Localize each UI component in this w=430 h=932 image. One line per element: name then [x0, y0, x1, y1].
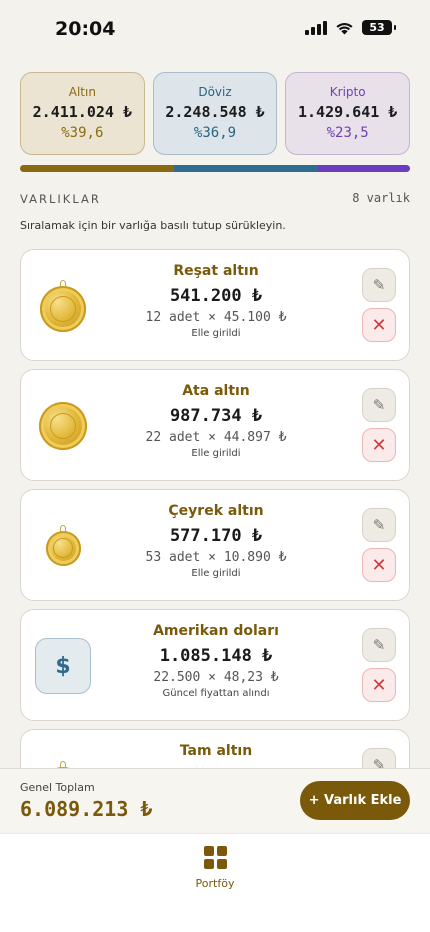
- edit-button[interactable]: ✎: [362, 748, 396, 768]
- summary-label: Döviz: [198, 85, 232, 99]
- tab-bar: Portföy: [0, 833, 430, 932]
- summary-label: Altın: [68, 85, 96, 99]
- total-value: 6.089.213 ₺: [20, 797, 153, 821]
- section-title: VARLIKLAR: [20, 192, 101, 206]
- asset-image: [35, 398, 91, 454]
- summary-card-gold[interactable]: Altın 2.411.024 ₺ %39,6: [20, 72, 145, 155]
- quarter-gold-coin-icon: [45, 524, 81, 566]
- summary-percent: %39,6: [61, 125, 104, 141]
- summary-amount: 2.411.024 ₺: [32, 103, 132, 121]
- asset-card[interactable]: Tam altın ✎: [20, 729, 410, 768]
- summary-label: Kripto: [329, 85, 366, 99]
- delete-button[interactable]: ✕: [362, 668, 396, 702]
- add-asset-button[interactable]: + Varlık Ekle: [300, 781, 410, 820]
- delete-button[interactable]: ✕: [362, 548, 396, 582]
- total-bar: Genel Toplam 6.089.213 ₺ + Varlık Ekle: [0, 768, 430, 833]
- edit-button[interactable]: ✎: [362, 628, 396, 662]
- category-summary: Altın 2.411.024 ₺ %39,6 Döviz 2.248.548 …: [20, 72, 411, 155]
- asset-quantity: 12 adet × 45.100 ₺: [145, 310, 287, 325]
- asset-image: [35, 278, 91, 334]
- close-icon: ✕: [371, 554, 387, 576]
- asset-source: Elle girildi: [191, 448, 241, 459]
- allocation-segment: [20, 165, 175, 172]
- asset-value: 577.170 ₺: [169, 526, 263, 546]
- tab-label: Portföy: [195, 877, 235, 890]
- summary-card-currency[interactable]: Döviz 2.248.548 ₺ %36,9: [152, 72, 278, 155]
- asset-value: 1.085.148 ₺: [159, 646, 273, 666]
- asset-quantity: 22 adet × 44.897 ₺: [145, 430, 287, 445]
- asset-image: $: [35, 638, 91, 694]
- wifi-icon: [336, 22, 353, 34]
- asset-image: [35, 518, 91, 574]
- edit-button[interactable]: ✎: [362, 388, 396, 422]
- allocation-segment: [318, 165, 410, 172]
- allocation-bar: [20, 165, 410, 172]
- asset-name: Ata altın: [182, 383, 250, 399]
- edit-button[interactable]: ✎: [362, 508, 396, 542]
- close-icon: ✕: [371, 674, 387, 696]
- asset-list[interactable]: Reşat altın 541.200 ₺ 12 adet × 45.100 ₺…: [0, 248, 430, 768]
- allocation-segment: [174, 165, 319, 172]
- status-bar: 20:04 53: [0, 0, 430, 60]
- status-icons: 53: [305, 20, 396, 35]
- close-icon: ✕: [371, 434, 387, 456]
- reorder-hint: Sıralamak için bir varlığa basılı tutup …: [20, 219, 286, 232]
- pencil-icon: ✎: [372, 516, 386, 534]
- asset-name: Tam altın: [179, 743, 253, 759]
- asset-value: 987.734 ₺: [169, 406, 263, 426]
- summary-amount: 2.248.548 ₺: [165, 103, 265, 121]
- pencil-icon: ✎: [372, 756, 386, 768]
- asset-source: Elle girildi: [191, 568, 241, 579]
- asset-count: 8 varlık: [352, 191, 410, 205]
- signal-icon: [305, 20, 327, 35]
- pencil-icon: ✎: [372, 396, 386, 414]
- asset-name: Çeyrek altın: [168, 503, 264, 519]
- delete-button[interactable]: ✕: [362, 428, 396, 462]
- status-time: 20:04: [55, 18, 116, 40]
- summary-percent: %23,5: [326, 125, 369, 141]
- ata-gold-coin-icon: [39, 402, 87, 450]
- asset-value: 541.200 ₺: [169, 286, 263, 306]
- summary-amount: 1.429.641 ₺: [298, 103, 398, 121]
- asset-source: Elle girildi: [191, 328, 241, 339]
- summary-percent: %36,9: [193, 125, 237, 141]
- delete-button[interactable]: ✕: [362, 308, 396, 342]
- close-icon: ✕: [371, 314, 387, 336]
- asset-card[interactable]: $ Amerikan doları 1.085.148 ₺ 22.500 × 4…: [20, 609, 410, 721]
- asset-name: Reşat altın: [173, 263, 259, 279]
- asset-card[interactable]: Ata altın 987.734 ₺ 22 adet × 44.897 ₺ E…: [20, 369, 410, 481]
- asset-quantity: 22.500 × 48,23 ₺: [153, 670, 279, 685]
- edit-button[interactable]: ✎: [362, 268, 396, 302]
- pencil-icon: ✎: [372, 276, 386, 294]
- battery-icon: 53: [362, 20, 396, 35]
- resat-gold-coin-icon: [40, 280, 86, 332]
- asset-name: Amerikan doları: [153, 623, 279, 639]
- pencil-icon: ✎: [372, 636, 386, 654]
- asset-source: Güncel fiyattan alındı: [162, 688, 270, 699]
- tab-portfolio[interactable]: Portföy: [185, 846, 245, 890]
- grid-icon: [203, 846, 227, 869]
- asset-image: [35, 758, 91, 768]
- asset-card[interactable]: Reşat altın 541.200 ₺ 12 adet × 45.100 ₺…: [20, 249, 410, 361]
- dollar-icon: $: [35, 638, 91, 694]
- asset-card[interactable]: Çeyrek altın 577.170 ₺ 53 adet × 10.890 …: [20, 489, 410, 601]
- summary-card-crypto[interactable]: Kripto 1.429.641 ₺ %23,5: [285, 72, 411, 155]
- total-label: Genel Toplam: [20, 781, 95, 794]
- asset-quantity: 53 adet × 10.890 ₺: [145, 550, 287, 565]
